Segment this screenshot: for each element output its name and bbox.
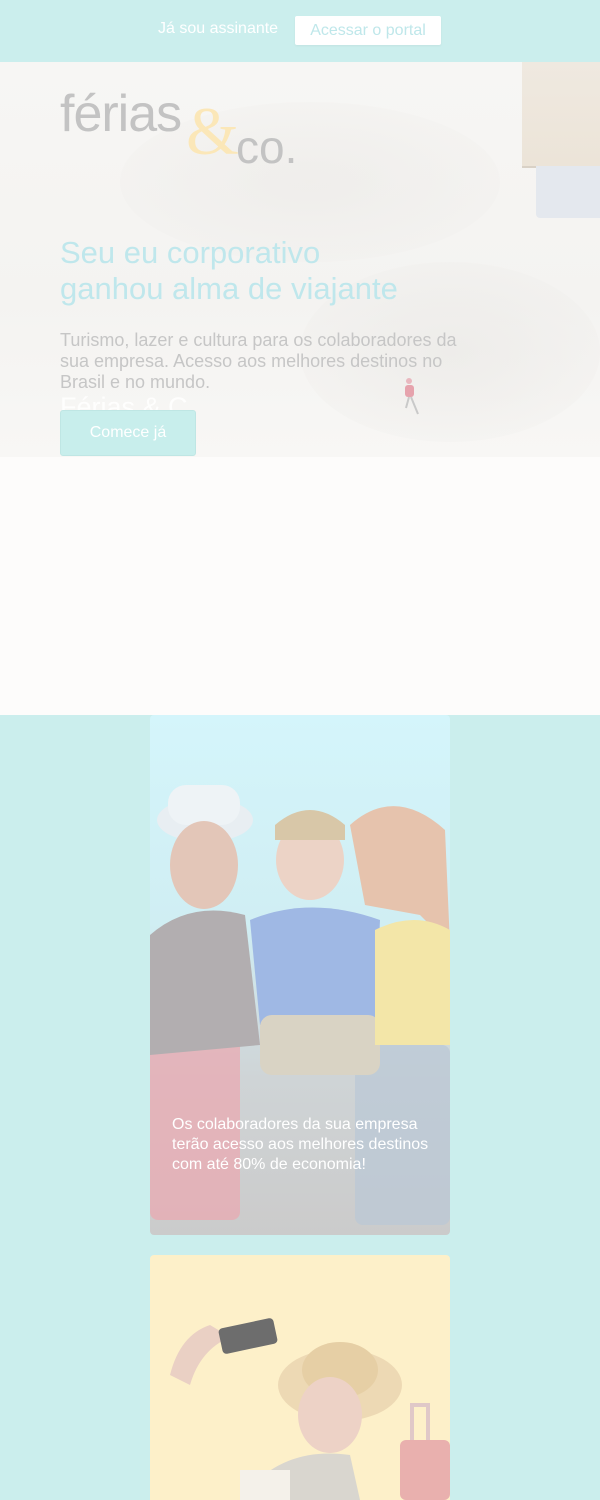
headline-line-2: ganhou alma de viajante [60, 271, 398, 306]
hero-section: férias & co. Seu eu corporativo ganhou a… [0, 62, 600, 715]
hero-subtext: Turismo, lazer e cultura para os colabor… [60, 330, 457, 392]
feature-card-selfie [150, 1255, 450, 1500]
top-bar: Já sou assinante Acessar o portal [0, 0, 600, 62]
access-portal-button[interactable]: Acessar o portal [295, 16, 441, 45]
sign-decoration [536, 166, 600, 218]
logo-text-co: co. [236, 121, 298, 173]
selfie-photo-image [170, 1318, 450, 1500]
feature-card-family: Os colaboradores da sua empresa terão ac… [150, 715, 450, 1235]
hero-headline: Seu eu corporativo ganhou alma de viajan… [60, 235, 480, 307]
logo-text-ferias: férias [60, 85, 182, 143]
card-caption: Os colaboradores da sua empresa terão ac… [172, 1116, 429, 1173]
start-now-button[interactable]: Comece já [60, 410, 196, 456]
headline-line-1: Seu eu corporativo [60, 235, 321, 270]
logo-ampersand: & [186, 93, 239, 169]
already-subscriber-text: Já sou assinante [158, 20, 279, 37]
shelf-decoration [522, 62, 600, 168]
ferias-co-logo: férias & co. [60, 84, 310, 174]
